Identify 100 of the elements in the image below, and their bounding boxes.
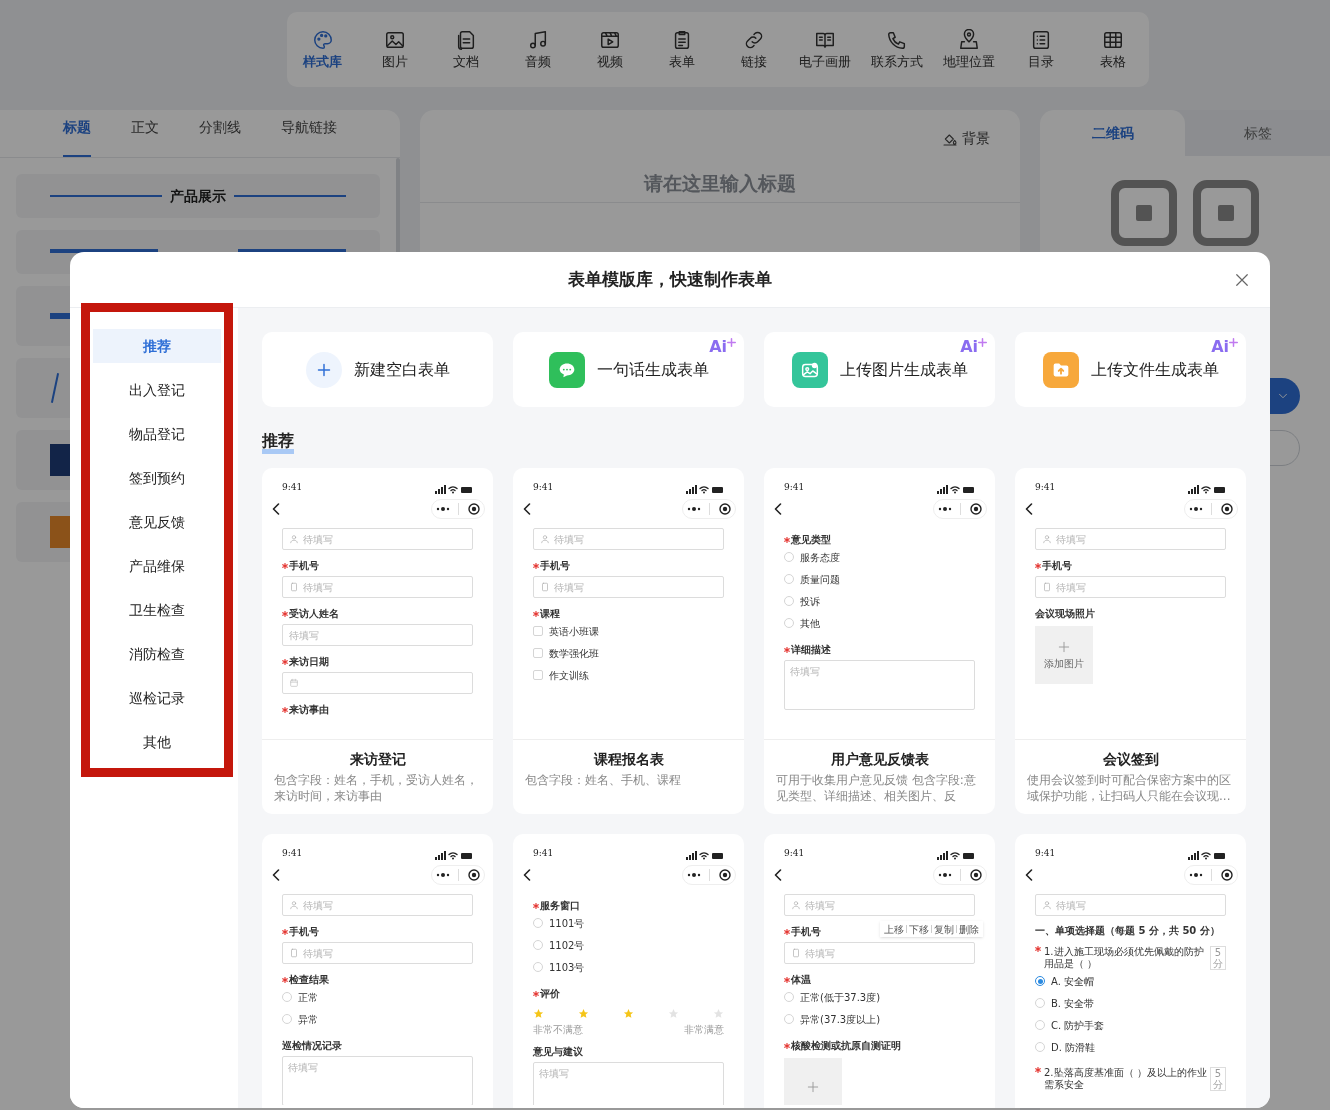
category-item[interactable]: 物品登记 (93, 417, 221, 451)
star-icon (713, 1007, 724, 1019)
option-label: B. 安全带 (1051, 996, 1095, 1011)
field-label: 详细描述 (791, 643, 831, 656)
more-icon (436, 506, 451, 512)
toolbar-button[interactable]: 视频 (574, 17, 646, 82)
template-action-card[interactable]: Ai 上传图片生成表单 (764, 332, 995, 407)
status-time: 9:41 (533, 846, 554, 860)
category-item[interactable]: 出入登记 (93, 373, 221, 407)
back-icon (774, 503, 782, 515)
toolbar-button[interactable]: 文档 (430, 17, 503, 82)
more-icon (938, 872, 953, 878)
checkbox[interactable] (533, 626, 543, 636)
toolbar-button[interactable]: 图片 (358, 17, 431, 82)
status-icons-drawing (1188, 851, 1226, 860)
back-icon (1025, 869, 1033, 881)
required-icon (1035, 1067, 1041, 1073)
target-icon (467, 503, 480, 515)
category-item[interactable]: 推荐 (93, 329, 221, 363)
required-icon (282, 562, 288, 569)
background-button[interactable]: 背景 (942, 128, 990, 149)
input-field[interactable] (282, 672, 473, 694)
menu-action[interactable]: 删除 (959, 921, 979, 937)
template-description: 包含字段：姓名，手机，受访人姓名，来访时间，来访事由 (274, 772, 479, 804)
target-icon (1220, 503, 1233, 515)
person-icon (1042, 534, 1052, 544)
option-label: 正常 (298, 990, 318, 1005)
status-time: 9:41 (784, 480, 805, 494)
plus-icon (1057, 639, 1071, 654)
required-icon (533, 902, 539, 909)
option-label: 质量问题 (800, 572, 840, 587)
field-label: 服务窗口 (540, 899, 580, 912)
toolbar-button[interactable]: 联系方式 (861, 17, 934, 82)
toolbar-button[interactable]: 音频 (502, 17, 575, 82)
required-icon (784, 1042, 790, 1049)
status-icons-drawing (1188, 485, 1226, 494)
toolbar-button[interactable]: 链接 (717, 17, 790, 82)
status-icons-drawing (937, 851, 975, 860)
phone-icon (791, 948, 801, 958)
toolbar-button[interactable]: 地理位置 (933, 17, 1005, 82)
toolbar-button[interactable]: 表格 (1076, 17, 1149, 82)
toolbar-button[interactable]: 目录 (1004, 17, 1077, 82)
target-icon (718, 869, 731, 881)
category-item[interactable]: 意见反馈 (93, 505, 221, 539)
checkbox[interactable] (533, 670, 543, 680)
required-icon (282, 928, 288, 935)
option-label: 投诉 (800, 594, 820, 609)
category-item[interactable]: 产品维保 (93, 549, 221, 583)
status-time: 9:41 (784, 846, 805, 860)
upload-tile[interactable] (784, 1058, 842, 1105)
sparkle-icon (978, 338, 987, 347)
target-icon (969, 503, 982, 515)
menu-action[interactable]: 上移 (884, 921, 904, 937)
style-item[interactable]: 产品展示 (16, 174, 380, 218)
panel-tab[interactable]: 正文 (131, 109, 159, 157)
category-item[interactable]: 卫生检查 (93, 593, 221, 627)
question-text: 2.坠落高度基准面（ ）及以上的作业需系安全 (1044, 1067, 1208, 1091)
field-label: 手机号 (540, 559, 570, 572)
status-icons-drawing (686, 851, 724, 860)
toolbar-button[interactable]: 表单 (646, 17, 718, 82)
toolbar-button[interactable]: 电子画册 (789, 17, 862, 82)
option-label: 作文训练 (549, 668, 589, 683)
required-icon (282, 658, 288, 665)
template-action-card[interactable]: 新建空白表单 (262, 332, 493, 407)
image-icon (383, 29, 406, 51)
category-item[interactable]: 其他 (93, 725, 221, 759)
person-icon (289, 900, 299, 910)
option-label: 数学强化班 (549, 646, 599, 661)
field-label: 检查结果 (289, 973, 329, 986)
panel-tab[interactable]: 导航链接 (281, 109, 337, 157)
status-icons-drawing (435, 485, 473, 494)
field-label: 意见类型 (791, 533, 831, 546)
status-icons-drawing (435, 851, 473, 860)
required-icon (533, 562, 539, 569)
field-label: 手机号 (289, 925, 319, 938)
template-description: 使用会议签到时可配合保密方案中的区域保护功能，让扫码人只能在会议现... (1027, 772, 1232, 804)
panel-tab[interactable]: 分割线 (199, 109, 241, 157)
template-description: 可用于收集用户意见反馈 包含字段:意见类型、详细描述、相关图片、反 (776, 772, 977, 804)
back-icon (523, 503, 531, 515)
upload-tile[interactable]: 添加图片 (1035, 626, 1093, 684)
option-label: A. 安全帽 (1051, 974, 1095, 989)
required-icon (784, 976, 790, 983)
more-icon (687, 872, 702, 878)
status-time: 9:41 (1035, 846, 1056, 860)
ai-label: Ai (960, 338, 978, 356)
category-item[interactable]: 消防检查 (93, 637, 221, 671)
template-action-card[interactable]: Ai 一句话生成表单 (513, 332, 744, 407)
field-label: 体温 (791, 973, 811, 986)
required-icon (1035, 946, 1041, 952)
person-icon (289, 534, 299, 544)
category-item[interactable]: 签到预约 (93, 461, 221, 495)
category-item[interactable]: 巡检记录 (93, 681, 221, 715)
menu-action[interactable]: 复制 (934, 921, 954, 937)
phone-icon (1042, 582, 1052, 592)
phone-icon (289, 948, 299, 958)
checkbox[interactable] (533, 648, 543, 658)
template-action-card[interactable]: Ai 上传文件生成表单 (1015, 332, 1246, 407)
menu-action[interactable]: 下移 (909, 921, 929, 937)
title-input[interactable]: 请在这里输入标题 (420, 163, 1020, 203)
required-icon (533, 610, 539, 617)
